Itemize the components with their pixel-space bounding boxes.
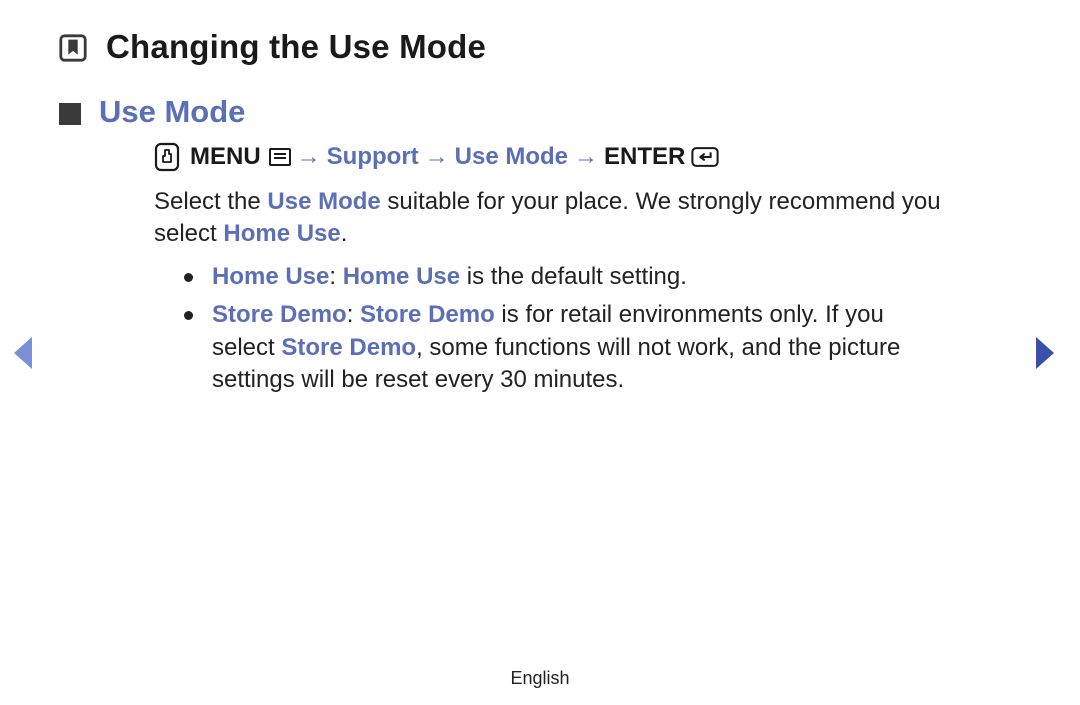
- arrow-icon: →: [297, 143, 321, 171]
- highlight-home-use: Home Use: [223, 220, 340, 247]
- highlight-store-demo: Store Demo: [212, 301, 347, 328]
- bookmark-icon: [56, 31, 90, 65]
- menu-breadcrumb: MENU → Support → Use Mode → ENTER: [154, 142, 988, 172]
- bullet-list: Home Use: Home Use is the default settin…: [184, 261, 948, 397]
- title-row: Changing the Use Mode: [56, 28, 988, 66]
- body-paragraph: Select the Use Mode suitable for your pl…: [154, 186, 988, 251]
- highlight-store-demo: Store Demo: [281, 334, 416, 361]
- highlight-home-use: Home Use: [343, 263, 460, 290]
- highlight-store-demo: Store Demo: [360, 301, 495, 328]
- next-page-button[interactable]: [1032, 335, 1058, 371]
- section-title: Use Mode: [99, 94, 245, 130]
- highlight-home-use: Home Use: [212, 263, 329, 290]
- highlight-use-mode: Use Mode: [267, 188, 380, 215]
- menu-label: MENU: [190, 143, 261, 171]
- footer-language: English: [0, 668, 1080, 689]
- breadcrumb-support: Support: [327, 143, 419, 171]
- arrow-icon: →: [425, 143, 449, 171]
- list-text: :: [347, 301, 360, 328]
- arrow-icon: →: [574, 143, 598, 171]
- section-row: Use Mode: [56, 94, 988, 130]
- page-title: Changing the Use Mode: [106, 28, 486, 66]
- body-text: .: [341, 220, 348, 247]
- list-item: Home Use: Home Use is the default settin…: [184, 261, 948, 293]
- list-text: is the default setting.: [460, 263, 687, 290]
- prev-page-button[interactable]: [10, 335, 36, 371]
- enter-glyph-icon: [691, 146, 719, 168]
- square-bullet-icon: [59, 103, 81, 125]
- list-text: :: [329, 263, 342, 290]
- menu-glyph-icon: [269, 148, 291, 166]
- enter-label: ENTER: [604, 143, 685, 171]
- list-item: Store Demo: Store Demo is for retail env…: [184, 299, 948, 396]
- hand-pointer-icon: [154, 142, 180, 172]
- body-text: Select the: [154, 188, 267, 215]
- breadcrumb-use-mode: Use Mode: [455, 143, 568, 171]
